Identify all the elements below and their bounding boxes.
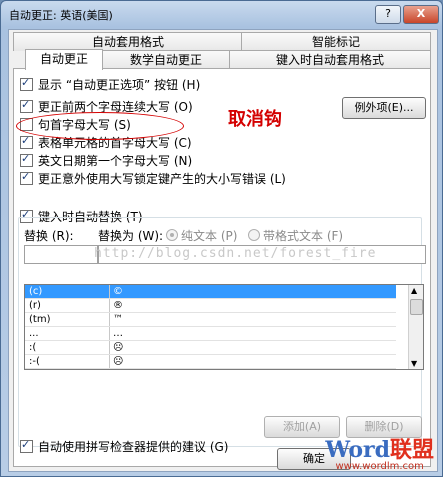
option-capitalize-days[interactable]: 英文日期第一个字母大写 (N) <box>20 152 193 168</box>
title-bar: 自动更正: 英语(美国) ? X <box>1 1 442 27</box>
option-label: 更正意外使用大写锁定键产生的大小写错误 (L) <box>38 172 286 186</box>
annotation-ellipse <box>16 112 184 140</box>
list-item-from: ... <box>29 328 39 339</box>
help-button[interactable]: ? <box>375 5 401 24</box>
delete-button[interactable]: 删除(D) <box>346 416 422 438</box>
list-item-from: :( <box>29 342 37 353</box>
option-caps-lock[interactable]: 更正意外使用大写锁定键产生的大小写错误 (L) <box>20 170 286 186</box>
autocorrect-panel: 显示 “自动更正选项” 按钮 (H) 更正前两个字母连续大写 (O) 例外项(E… <box>13 68 431 467</box>
with-label: 替换为 (W): <box>98 229 164 243</box>
column-divider <box>109 341 110 354</box>
logo-word: Word <box>325 437 390 463</box>
list-scrollbar[interactable]: ▲ ▼ <box>408 285 423 369</box>
list-item-to: … <box>113 328 123 339</box>
column-divider <box>109 327 110 340</box>
column-divider <box>109 285 110 298</box>
list-item[interactable]: (tm) ™ <box>25 313 396 327</box>
column-divider <box>109 313 110 326</box>
watermark-text: http://blog.csdn.net/forest_fire <box>94 246 377 261</box>
close-button[interactable]: X <box>403 5 439 24</box>
list-item-to: ☹ <box>113 342 124 353</box>
scroll-down-icon[interactable]: ▼ <box>411 359 417 368</box>
list-item-to: ☹ <box>113 356 124 367</box>
exceptions-button[interactable]: 例外项(E)... <box>342 97 426 119</box>
tab-smart-tags[interactable]: 智能标记 <box>241 32 431 51</box>
tab-autocorrect[interactable]: 自动更正 <box>25 49 103 70</box>
option-label: 自动使用拼写检查器提供的建议 (G) <box>38 440 229 454</box>
logo-url: www.wordlm.com <box>335 461 424 472</box>
scroll-thumb[interactable] <box>410 299 423 315</box>
checkbox-capitalize-table-cells[interactable] <box>20 134 33 149</box>
list-item[interactable]: (r) ® <box>25 299 396 313</box>
scroll-up-icon[interactable]: ▲ <box>411 286 417 295</box>
checkbox-spellcheck-suggestions[interactable] <box>20 438 33 453</box>
list-item-from: (r) <box>29 300 41 311</box>
list-item[interactable]: :( ☹ <box>25 341 396 355</box>
replace-label: 替换 (R): <box>24 229 74 243</box>
formatted-text-radio[interactable] <box>248 229 260 241</box>
dialog-body: 自动套用格式 智能标记 自动更正 数学自动更正 键入时自动套用格式 显示 “自动… <box>8 29 438 472</box>
autocorrect-dialog: 自动更正: 英语(美国) ? X 自动套用格式 智能标记 自动更正 数学自动更正… <box>0 0 443 477</box>
replacement-list[interactable]: (c) © (r) ® (tm) ™ ... … :( ☹ :-( ☹ ▲ ▼ <box>24 284 424 370</box>
list-item[interactable]: ... … <box>25 327 396 341</box>
plain-text-radio[interactable] <box>166 229 178 241</box>
list-item[interactable]: (c) © <box>25 285 396 299</box>
checkbox-two-initial-caps[interactable] <box>20 98 33 113</box>
option-show-buttons[interactable]: 显示 “自动更正选项” 按钮 (H) <box>20 76 201 92</box>
checkbox-show-buttons[interactable] <box>20 76 33 91</box>
list-item-from: (tm) <box>29 314 51 325</box>
list-item-from: :-( <box>29 356 40 367</box>
tab-autoformat-as-you-type[interactable]: 键入时自动套用格式 <box>229 50 431 69</box>
column-divider <box>109 299 110 312</box>
list-item[interactable]: :-( ☹ <box>25 355 396 369</box>
list-item-to: ® <box>113 300 123 311</box>
wordlm-logo: Word联盟 www.wordlm.com <box>325 439 434 472</box>
annotation-text: 取消钩 <box>228 109 282 130</box>
column-divider <box>109 355 110 368</box>
checkbox-capitalize-days[interactable] <box>20 152 33 167</box>
list-item-to: © <box>113 286 123 297</box>
plain-text-option[interactable]: 纯文本 (P) <box>166 227 237 244</box>
logo-cn: 联盟 <box>389 437 434 463</box>
checkbox-caps-lock[interactable] <box>20 170 33 185</box>
option-label: 显示 “自动更正选项” 按钮 (H) <box>38 78 201 92</box>
list-item-from: (c) <box>29 286 43 297</box>
window-title: 自动更正: 英语(美国) <box>9 9 113 22</box>
option-label: 英文日期第一个字母大写 (N) <box>38 154 193 168</box>
add-button[interactable]: 添加(A) <box>264 416 340 438</box>
plain-text-label: 纯文本 (P) <box>181 229 238 243</box>
replace-input[interactable] <box>24 245 98 264</box>
formatted-text-option[interactable]: 带格式文本 (F) <box>248 227 343 244</box>
formatted-text-label: 带格式文本 (F) <box>263 229 344 243</box>
list-item-to: ™ <box>113 314 123 325</box>
tab-math-autocorrect[interactable]: 数学自动更正 <box>101 50 231 69</box>
option-spellcheck-suggestions[interactable]: 自动使用拼写检查器提供的建议 (G) <box>20 438 229 454</box>
